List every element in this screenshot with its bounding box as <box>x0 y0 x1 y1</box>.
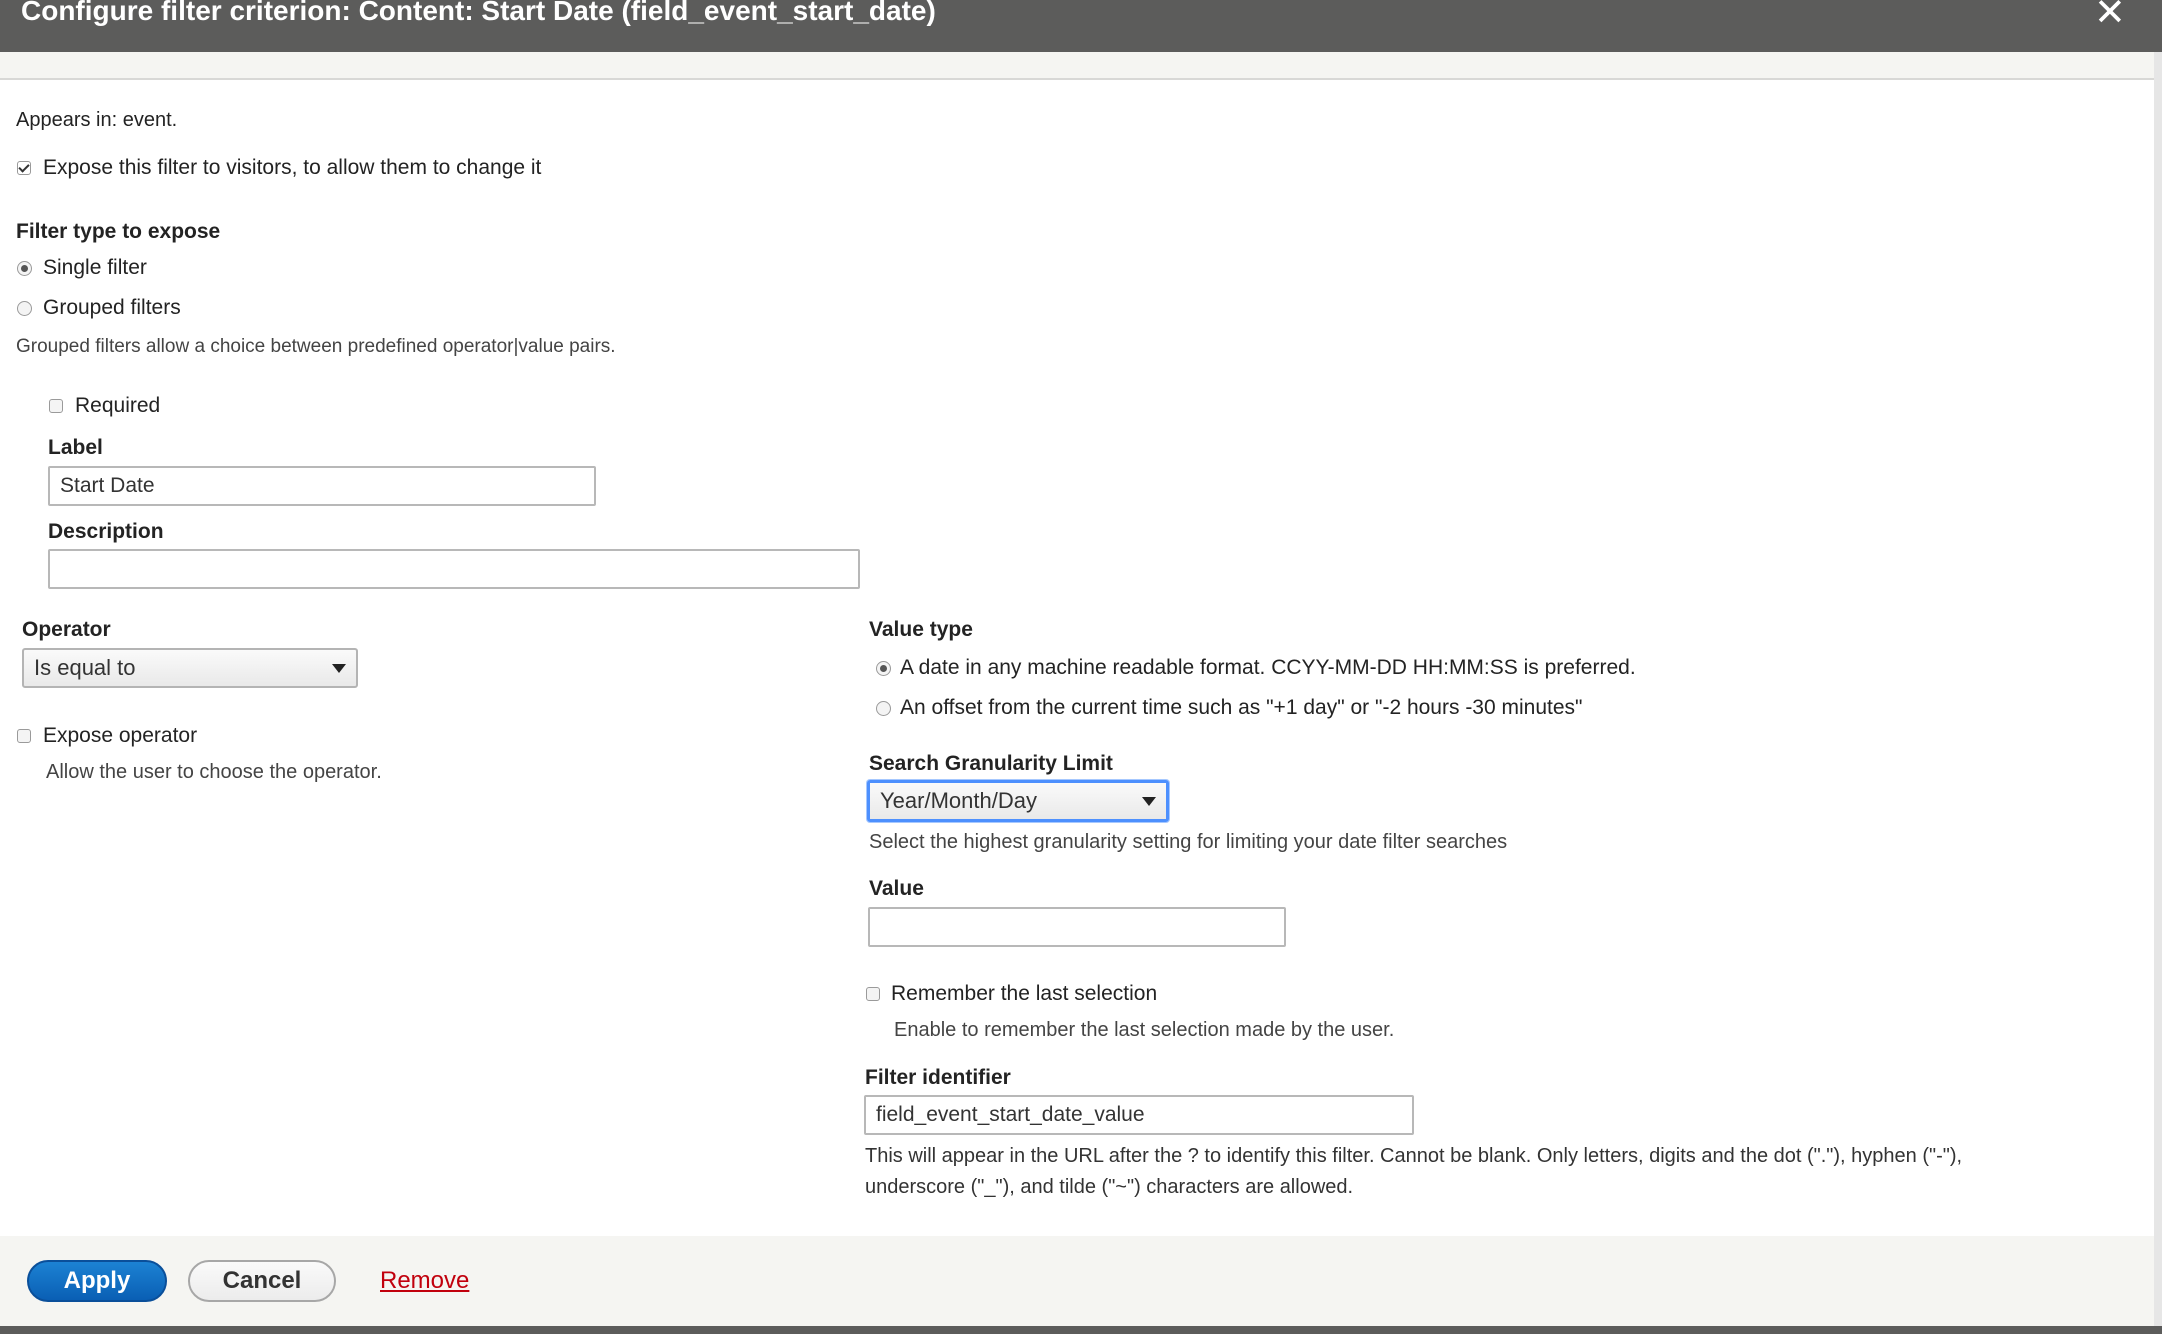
granularity-label: Search Granularity Limit <box>869 752 1113 775</box>
value-type-offset-label[interactable]: An offset from the current time such as … <box>900 695 1583 721</box>
filter-identifier-input[interactable] <box>864 1095 1414 1135</box>
filter-identifier-help-line2: underscore ("_"), and tilde ("~") charac… <box>865 1176 1354 1198</box>
operator-label: Operator <box>22 618 111 641</box>
remember-selection-help: Enable to remember the last selection ma… <box>894 1019 1395 1041</box>
single-filter-radio[interactable] <box>17 261 32 276</box>
chevron-down-icon <box>332 664 346 673</box>
filter-type-heading: Filter type to expose <box>16 220 221 243</box>
dialog-bottom-border <box>0 1326 2162 1334</box>
granularity-select[interactable]: Year/Month/Day <box>867 780 1169 822</box>
granularity-selected-value: Year/Month/Day <box>880 788 1037 813</box>
label-field-label: Label <box>48 436 103 459</box>
dialog-subbar <box>0 52 2154 80</box>
expose-operator-help: Allow the user to choose the operator. <box>46 761 382 783</box>
remove-link[interactable]: Remove <box>380 1266 469 1296</box>
value-type-date-radio[interactable] <box>876 661 891 676</box>
filter-identifier-label: Filter identifier <box>865 1066 1011 1089</box>
single-filter-label[interactable]: Single filter <box>43 255 147 281</box>
close-icon[interactable]: ✕ <box>2094 0 2126 32</box>
label-input[interactable] <box>48 466 596 506</box>
dialog-title: Configure filter criterion: Content: Sta… <box>21 0 936 26</box>
description-field-label: Description <box>48 520 164 543</box>
dialog-titlebar: Configure filter criterion: Content: Sta… <box>0 0 2162 52</box>
grouped-filters-help: Grouped filters allow a choice between p… <box>16 336 616 357</box>
expose-operator-label[interactable]: Expose operator <box>43 723 197 749</box>
scrollbar[interactable] <box>2154 52 2162 1334</box>
expose-filter-label[interactable]: Expose this filter to visitors, to allow… <box>43 155 541 181</box>
value-input[interactable] <box>868 907 1286 947</box>
value-type-label: Value type <box>869 618 973 641</box>
appears-in-text: Appears in: event. <box>16 109 178 131</box>
value-label: Value <box>869 877 924 900</box>
expose-operator-checkbox[interactable] <box>17 729 31 743</box>
operator-selected-value: Is equal to <box>34 655 136 680</box>
apply-button[interactable]: Apply <box>27 1260 167 1302</box>
operator-select[interactable]: Is equal to <box>22 648 358 688</box>
remember-selection-label[interactable]: Remember the last selection <box>891 981 1157 1007</box>
granularity-help: Select the highest granularity setting f… <box>869 831 1508 853</box>
filter-identifier-help-line1: This will appear in the URL after the ? … <box>865 1145 1963 1167</box>
expose-filter-checkbox[interactable] <box>17 161 31 175</box>
grouped-filters-radio[interactable] <box>17 301 32 316</box>
value-type-date-label[interactable]: A date in any machine readable format. C… <box>900 655 1636 681</box>
grouped-filters-label[interactable]: Grouped filters <box>43 295 181 321</box>
value-type-offset-radio[interactable] <box>876 701 891 716</box>
cancel-button[interactable]: Cancel <box>188 1260 336 1302</box>
remember-selection-checkbox[interactable] <box>866 987 880 1001</box>
chevron-down-icon <box>1142 797 1156 806</box>
description-input[interactable] <box>48 549 860 589</box>
required-checkbox[interactable] <box>49 399 63 413</box>
required-label[interactable]: Required <box>75 393 160 419</box>
